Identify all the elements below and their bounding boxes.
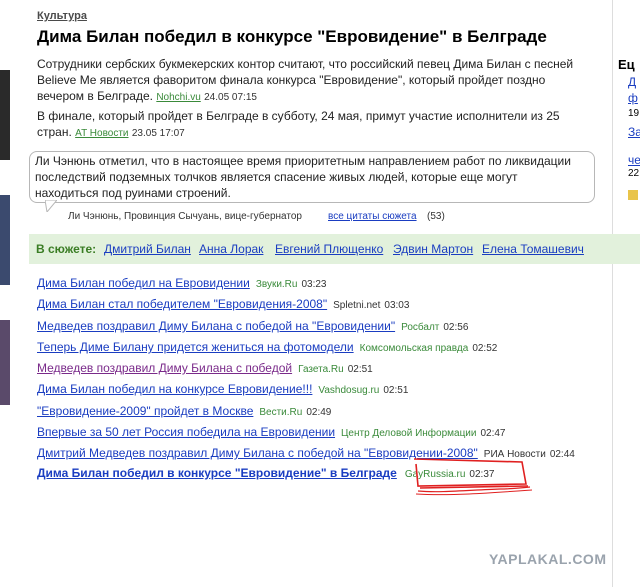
quote-author: Ли Чэнюнь, Провинция Сычуань, вице-губер…: [68, 211, 302, 222]
news-time: 02:49: [306, 407, 332, 418]
red-scribble-highlight: [413, 458, 533, 496]
page-title: Дима Билан победил в конкурсе "Евровиден…: [37, 27, 547, 46]
watermark: YAPLAKAL.COM: [489, 551, 607, 567]
news-source[interactable]: Вести.Ru: [259, 407, 302, 418]
news-time: 02:44: [549, 449, 575, 460]
article-paragraph-2: В финале, который пройдет в Белграде в с…: [37, 108, 597, 142]
news-source[interactable]: Spletni.net: [333, 300, 380, 311]
right-sidebar-title: Ец: [618, 57, 635, 72]
news-time: 02:51: [347, 364, 373, 375]
news-time: 02:52: [472, 343, 498, 354]
story-person-link[interactable]: Елена Томашевич: [482, 242, 584, 256]
right-sidebar-link[interactable]: ф: [628, 91, 638, 105]
paragraph-text: стран.: [37, 125, 72, 139]
news-source[interactable]: Газета.Ru: [298, 364, 344, 375]
news-item: Впервые за 50 лет Россия победила на Евр…: [37, 425, 506, 439]
right-sidebar-time: 22: [628, 168, 640, 179]
news-title-link[interactable]: "Евровидение-2009" пройдет в Москве: [37, 404, 253, 418]
quotes-count: (53): [427, 211, 445, 222]
news-time: 03:03: [384, 300, 410, 311]
news-item: Дима Билан стал победителем "Евровидения…: [37, 297, 409, 311]
news-title-link[interactable]: Дима Билан победил на Евровидении: [37, 276, 250, 290]
story-person-link[interactable]: Дмитрий Билан: [104, 242, 191, 256]
news-item: Дима Билан победил на Евровидении Звуки.R…: [37, 276, 327, 290]
folder-icon: [628, 190, 638, 200]
quote-line: находиться под руинами строений.: [35, 186, 231, 200]
news-title-link[interactable]: Дима Билан победил в конкурсе "Евровиден…: [37, 466, 397, 480]
news-source[interactable]: Vashdosug.ru: [318, 385, 379, 396]
category-link[interactable]: Культура: [37, 10, 87, 22]
news-item: Теперь Диме Билану придется жениться на …: [37, 340, 497, 354]
news-time: 02:47: [480, 428, 506, 439]
news-title-link[interactable]: Теперь Диме Билану придется жениться на …: [37, 340, 354, 354]
paragraph-line: вечером в Белграде. Nohchi.vu 24.05 07:1…: [37, 88, 597, 106]
news-item: Медведев поздравил Диму Билана с победой…: [37, 361, 373, 375]
news-item: Медведев поздравил Диму Билана с победой…: [37, 319, 468, 333]
paragraph-line: Believe Me является фаворитом финала кон…: [37, 73, 546, 87]
news-item: Дима Билан победил на конкурсе Евровиден…: [37, 382, 408, 396]
news-source[interactable]: Росбалт: [401, 322, 439, 333]
source-link[interactable]: AT Новости: [75, 128, 128, 139]
source-link[interactable]: Nohchi.vu: [156, 92, 200, 103]
timestamp: 24.05 07:15: [204, 92, 257, 103]
right-sidebar-link[interactable]: Д: [628, 75, 636, 89]
right-sidebar-time: 19: [628, 108, 640, 119]
news-title-link[interactable]: Медведев поздравил Диму Билана с победой: [37, 361, 292, 375]
cropped-thumbnail: [0, 195, 10, 285]
quote-line: Ли Чэнюнь отметил, что в настоящее время…: [35, 154, 571, 168]
news-item: "Евровидение-2009" пройдет в Москве Вести…: [37, 404, 331, 418]
news-source[interactable]: Центр Деловой Информации: [341, 428, 476, 439]
news-title-link[interactable]: Дима Билан победил на конкурсе Евровиден…: [37, 382, 312, 396]
timestamp: 23.05 17:07: [131, 128, 185, 139]
news-title-link[interactable]: Дима Билан стал победителем "Евровидения…: [37, 297, 327, 311]
news-source[interactable]: Звуки.Ru: [256, 279, 298, 290]
quote-text: Ли Чэнюнь отметил, что в настоящее время…: [35, 153, 585, 201]
quote-tail-icon: [45, 200, 57, 212]
paragraph-line: В финале, который пройдет в Белграде в с…: [37, 109, 560, 123]
all-quotes-link[interactable]: все цитаты сюжета: [328, 211, 417, 222]
article-paragraph-1: Сотрудники сербских букмекерских контор …: [37, 56, 597, 106]
quote-line: последствий подземных толчков является с…: [35, 170, 518, 184]
news-title-link[interactable]: Медведев поздравил Диму Билана с победой…: [37, 319, 395, 333]
paragraph-text: вечером в Белграде.: [37, 89, 153, 103]
paragraph-line: стран. AT Новости 23.05 17:07: [37, 124, 597, 142]
cropped-thumbnail: [0, 70, 10, 160]
news-time: 02:56: [443, 322, 469, 333]
news-title-link[interactable]: Впервые за 50 лет Россия победила на Евр…: [37, 425, 335, 439]
story-label: В сюжете:: [36, 242, 97, 256]
right-sidebar-link[interactable]: За: [628, 125, 640, 139]
cropped-thumbnail: [0, 320, 10, 405]
news-source[interactable]: Комсомольская правда: [360, 343, 469, 354]
story-person-link[interactable]: Евгений Плющенко: [275, 242, 383, 256]
right-sidebar-link[interactable]: че: [628, 153, 640, 167]
story-person-link[interactable]: Анна Лорак: [199, 242, 263, 256]
news-time: 03:23: [301, 279, 327, 290]
story-person-link[interactable]: Эдвин Мартон: [393, 242, 473, 256]
paragraph-line: Сотрудники сербских букмекерских контор …: [37, 57, 574, 71]
news-time: 02:51: [383, 385, 409, 396]
